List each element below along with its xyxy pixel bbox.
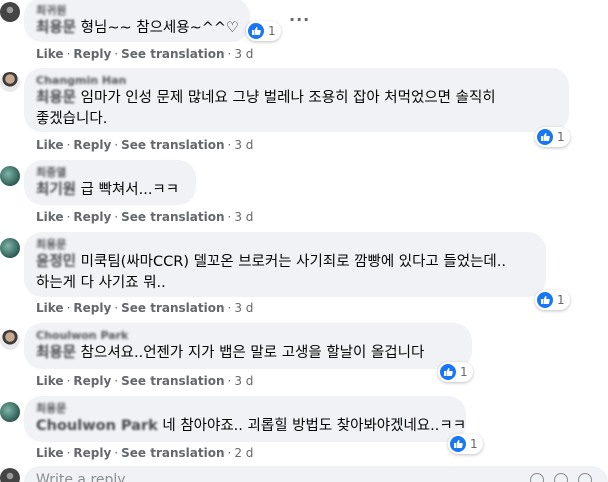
commenter-avatar[interactable] bbox=[0, 166, 20, 186]
reaction-count: 1 bbox=[268, 24, 276, 38]
mention[interactable]: 최용문 bbox=[36, 345, 76, 361]
comment-body-line2: 좋겠습니다. bbox=[36, 111, 108, 127]
reaction-count: 1 bbox=[557, 293, 565, 307]
reply-link[interactable]: Reply bbox=[73, 138, 111, 152]
mention[interactable]: Choulwon Park bbox=[36, 418, 158, 434]
comment-body-line2: 하는게 다 사기죠 뭐.. bbox=[36, 275, 166, 291]
like-link[interactable]: Like bbox=[36, 374, 64, 388]
comment-text: 최용문 참으셔요..언젠가 지가 뱁은 말로 고생을 할날이 올겁니다 bbox=[36, 343, 460, 364]
like-icon bbox=[537, 292, 553, 308]
comment-bubble: 최중열 최기원 급 빡쳐서...ㅋㅋ bbox=[24, 160, 196, 205]
comment-actions: Like · Reply · See translation · 3 d bbox=[36, 374, 254, 388]
comment-bubble: Choulwon Park 최용문 참으셔요..언젠가 지가 뱁은 말로 고생을… bbox=[24, 323, 472, 369]
comment-body: 급 빡쳐서...ㅋㅋ bbox=[76, 182, 180, 198]
comment-author[interactable]: 최귀원 bbox=[36, 4, 238, 18]
see-translation-link[interactable]: See translation bbox=[121, 47, 224, 61]
mention[interactable]: 윤정민 bbox=[36, 254, 76, 270]
comment-body-line1: 미쿡팀(싸마CCR) 델꼬온 브로커는 사기죄로 깜빵에 있다고 들었는데.. bbox=[76, 254, 506, 270]
comment-author[interactable]: 최용문 bbox=[36, 238, 534, 252]
reply-tools bbox=[530, 473, 592, 482]
like-link[interactable]: Like bbox=[36, 47, 64, 61]
commenter-avatar[interactable] bbox=[0, 330, 20, 350]
comment-text: Choulwon Park 네 참아야죠.. 괴롭힐 방법도 찾아봐야겠네요..… bbox=[36, 416, 466, 437]
see-translation-link[interactable]: See translation bbox=[121, 138, 224, 152]
comment-author[interactable]: Choulwon Park bbox=[36, 329, 460, 343]
timestamp[interactable]: 3 d bbox=[234, 301, 253, 315]
reaction-count: 1 bbox=[557, 130, 565, 144]
reaction-badge[interactable]: 1 bbox=[246, 21, 281, 41]
timestamp[interactable]: 2 d bbox=[234, 446, 253, 460]
like-icon bbox=[248, 23, 264, 39]
comment-author[interactable]: 최용문 bbox=[36, 402, 454, 416]
timestamp[interactable]: 3 d bbox=[234, 210, 253, 224]
comment-body: 형님~~ 참으세용~^^♡ bbox=[76, 20, 240, 36]
emoji-icon[interactable] bbox=[530, 473, 544, 482]
reply-link[interactable]: Reply bbox=[73, 374, 111, 388]
comment-author[interactable]: 최중열 bbox=[36, 166, 184, 180]
reply-input[interactable]: Write a reply... bbox=[24, 466, 608, 482]
see-translation-link[interactable]: See translation bbox=[121, 446, 224, 460]
comment-body: 네 참아야죠.. 괴롭힐 방법도 찾아봐야겠네요..ㅋㅋ bbox=[157, 418, 467, 434]
comment-body: 참으셔요..언젠가 지가 뱁은 말로 고생을 할날이 올겁니다 bbox=[76, 345, 425, 361]
commenter-avatar[interactable] bbox=[0, 72, 20, 92]
commenter-avatar[interactable] bbox=[0, 238, 20, 258]
like-icon bbox=[450, 436, 466, 452]
mention[interactable]: 최용문 bbox=[36, 90, 76, 106]
reply-link[interactable]: Reply bbox=[73, 47, 111, 61]
reaction-badge[interactable]: 1 bbox=[438, 362, 473, 382]
comment-actions: Like · Reply · See translation · 2 d bbox=[36, 446, 254, 460]
like-icon bbox=[537, 129, 553, 145]
mention[interactable]: 최용문 bbox=[36, 20, 76, 36]
more-options-icon[interactable]: ··· bbox=[289, 10, 310, 29]
see-translation-link[interactable]: See translation bbox=[121, 210, 224, 224]
reaction-badge[interactable]: 1 bbox=[535, 290, 570, 310]
comment-actions: Like · Reply · See translation · 3 d bbox=[36, 47, 254, 61]
comment-bubble: Changmin Han 최용문 임마가 인성 문제 많네요 그냥 벌레나 조용… bbox=[24, 68, 569, 132]
comment-text: 최기원 급 빡쳐서...ㅋㅋ bbox=[36, 180, 184, 201]
timestamp[interactable]: 3 d bbox=[234, 374, 253, 388]
reply-link[interactable]: Reply bbox=[73, 210, 111, 224]
gif-icon[interactable] bbox=[578, 473, 592, 482]
current-user-avatar bbox=[0, 468, 20, 482]
reaction-badge[interactable]: 1 bbox=[535, 127, 570, 147]
see-translation-link[interactable]: See translation bbox=[121, 374, 224, 388]
reply-link[interactable]: Reply bbox=[73, 301, 111, 315]
comment-bubble: 최귀원 최용문 형님~~ 참으세용~^^♡ bbox=[24, 0, 250, 42]
reaction-count: 1 bbox=[460, 365, 468, 379]
like-link[interactable]: Like bbox=[36, 301, 64, 315]
reply-link[interactable]: Reply bbox=[73, 446, 111, 460]
like-link[interactable]: Like bbox=[36, 138, 64, 152]
like-link[interactable]: Like bbox=[36, 210, 64, 224]
see-translation-link[interactable]: See translation bbox=[121, 301, 224, 315]
camera-icon[interactable] bbox=[554, 473, 568, 482]
like-icon bbox=[440, 364, 456, 380]
comment-body-line1: 임마가 인성 문제 많네요 그냥 벌레나 조용히 잡아 처먹었으면 솔직히 bbox=[76, 90, 496, 106]
timestamp[interactable]: 3 d bbox=[234, 47, 253, 61]
commenter-avatar[interactable] bbox=[0, 2, 20, 22]
comment-actions: Like · Reply · See translation · 3 d bbox=[36, 138, 254, 152]
comment-bubble: 최용문 Choulwon Park 네 참아야죠.. 괴롭힐 방법도 찾아봐야겠… bbox=[24, 396, 466, 442]
comment-text: 최용문 임마가 인성 문제 많네요 그냥 벌레나 조용히 잡아 처먹었으면 솔직… bbox=[36, 88, 557, 109]
comment-actions: Like · Reply · See translation · 3 d bbox=[36, 210, 254, 224]
comment-bubble: 최용문 윤정민 미쿡팀(싸마CCR) 델꼬온 브로커는 사기죄로 깜빵에 있다고… bbox=[24, 232, 546, 297]
comment-author[interactable]: Changmin Han bbox=[36, 74, 557, 88]
comment-text: 윤정민 미쿡팀(싸마CCR) 델꼬온 브로커는 사기죄로 깜빵에 있다고 들었는… bbox=[36, 252, 534, 273]
comment-text: 최용문 형님~~ 참으세용~^^♡ bbox=[36, 18, 240, 39]
reaction-badge[interactable]: 1 bbox=[448, 434, 483, 454]
timestamp[interactable]: 3 d bbox=[234, 138, 253, 152]
comment-actions: Like · Reply · See translation · 3 d bbox=[36, 301, 254, 315]
reaction-count: 1 bbox=[470, 437, 478, 451]
like-link[interactable]: Like bbox=[36, 446, 64, 460]
commenter-avatar[interactable] bbox=[0, 402, 20, 422]
mention[interactable]: 최기원 bbox=[36, 182, 76, 198]
